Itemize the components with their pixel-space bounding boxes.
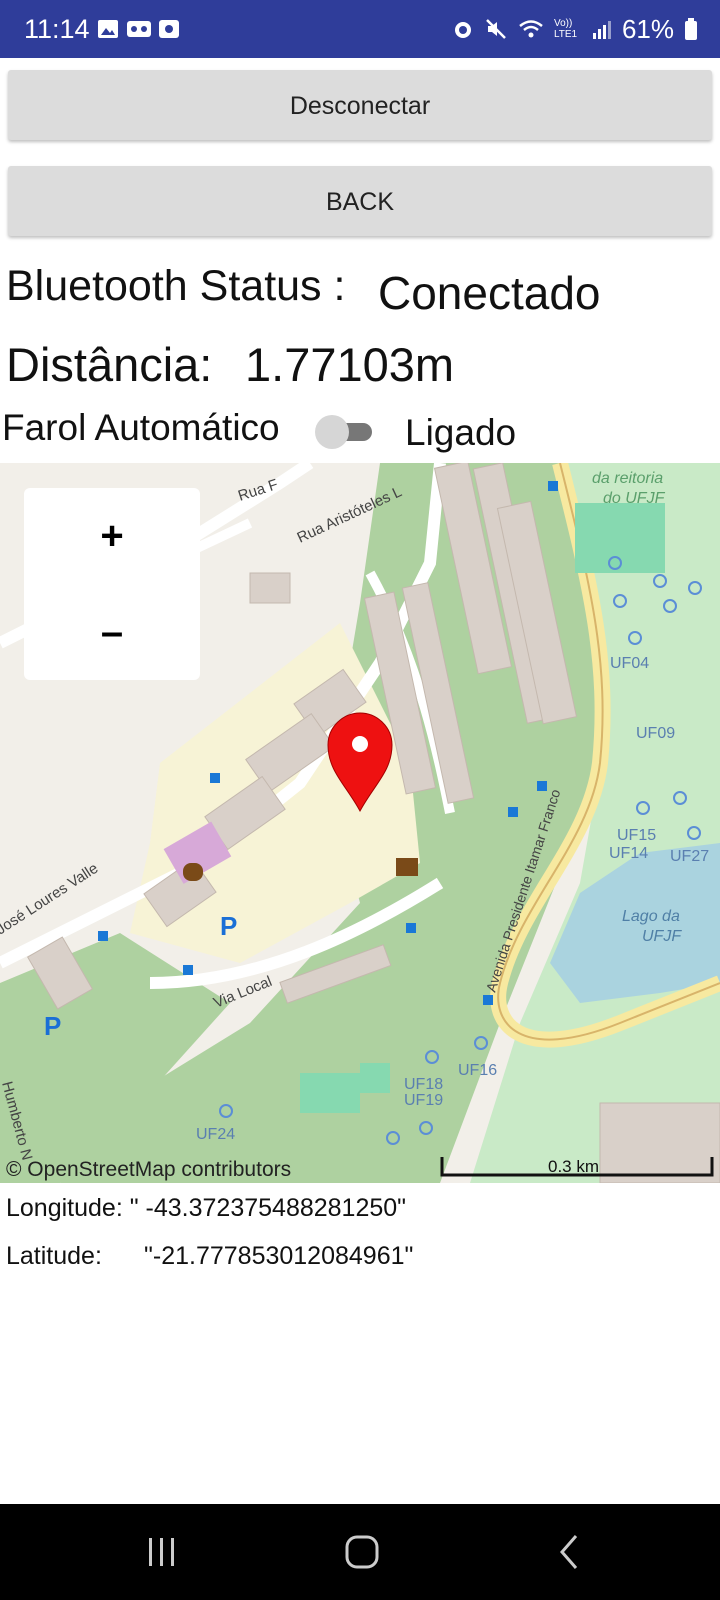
map-label-lago: UFJF — [642, 928, 682, 945]
map-scale-label: 0.3 km — [548, 1157, 600, 1176]
map-label-reitoria: do UFJF — [603, 490, 666, 507]
map-label-uf18: UF18 — [404, 1076, 443, 1093]
bluetooth-status-label: Bluetooth Status : — [6, 262, 346, 310]
status-bar: 11:14 Vo)) LTE1 61% — [0, 0, 720, 58]
distance-label: Distância: — [6, 338, 213, 391]
back-icon[interactable] — [548, 1530, 592, 1574]
parking-label: P — [44, 1011, 61, 1041]
map-attribution[interactable]: © OpenStreetMap contributors — [6, 1158, 291, 1182]
status-right-icons: Vo)) LTE1 61% — [452, 12, 698, 46]
farol-value: Ligado — [405, 412, 517, 453]
voicemail-icon — [126, 18, 152, 40]
battery-icon — [684, 17, 698, 41]
zoom-in-button[interactable]: + — [24, 488, 200, 584]
bluetooth-status-value: Conectado — [378, 267, 601, 319]
disconnect-button[interactable]: Desconectar — [8, 70, 712, 140]
distance-value: 1.77103m — [245, 338, 455, 391]
farol-toggle-switch[interactable] — [314, 414, 378, 450]
latitude-value: "-21.777853012084961" — [144, 1242, 414, 1270]
image-icon — [97, 18, 119, 40]
parking-label: P — [220, 911, 237, 941]
zoom-out-button[interactable]: – — [24, 584, 200, 680]
map-label-uf24: UF24 — [196, 1126, 235, 1143]
map-label-uf15: UF15 — [617, 827, 656, 844]
farol-label: Farol Automático — [2, 407, 280, 448]
battery-percent: 61% — [621, 13, 674, 44]
map-label-uf27: UF27 — [670, 848, 709, 865]
map-label-uf09: UF09 — [636, 725, 675, 742]
status-time: 11:14 — [24, 14, 90, 44]
wifi-icon — [518, 17, 544, 41]
map-label-uf19: UF19 — [404, 1092, 443, 1109]
signal-icon — [592, 18, 612, 40]
map-label-reitoria: da reitoria — [592, 470, 663, 487]
home-icon[interactable] — [340, 1530, 384, 1574]
mute-icon — [484, 17, 508, 41]
latitude-label: Latitude: — [6, 1242, 102, 1270]
map-label-uf14: UF14 — [609, 845, 648, 862]
navigation-bar — [0, 1504, 720, 1600]
map-label-uf04: UF04 — [610, 655, 649, 672]
screen-record-icon — [158, 18, 180, 40]
longitude-text: Longitude: " -43.372375488281250" — [6, 1194, 407, 1222]
network-label: Vo)) LTE1 — [553, 18, 578, 40]
recents-icon[interactable] — [140, 1530, 184, 1574]
back-button[interactable]: BACK — [8, 166, 712, 236]
map-label-uf16: UF16 — [458, 1062, 497, 1079]
map-view[interactable]: P P da reitoria do UFJF Lago da UFJF UF0… — [0, 463, 720, 1183]
alarm-icon — [452, 17, 474, 41]
map-label-lago: Lago da — [622, 908, 680, 925]
zoom-controls: + – — [24, 488, 200, 680]
